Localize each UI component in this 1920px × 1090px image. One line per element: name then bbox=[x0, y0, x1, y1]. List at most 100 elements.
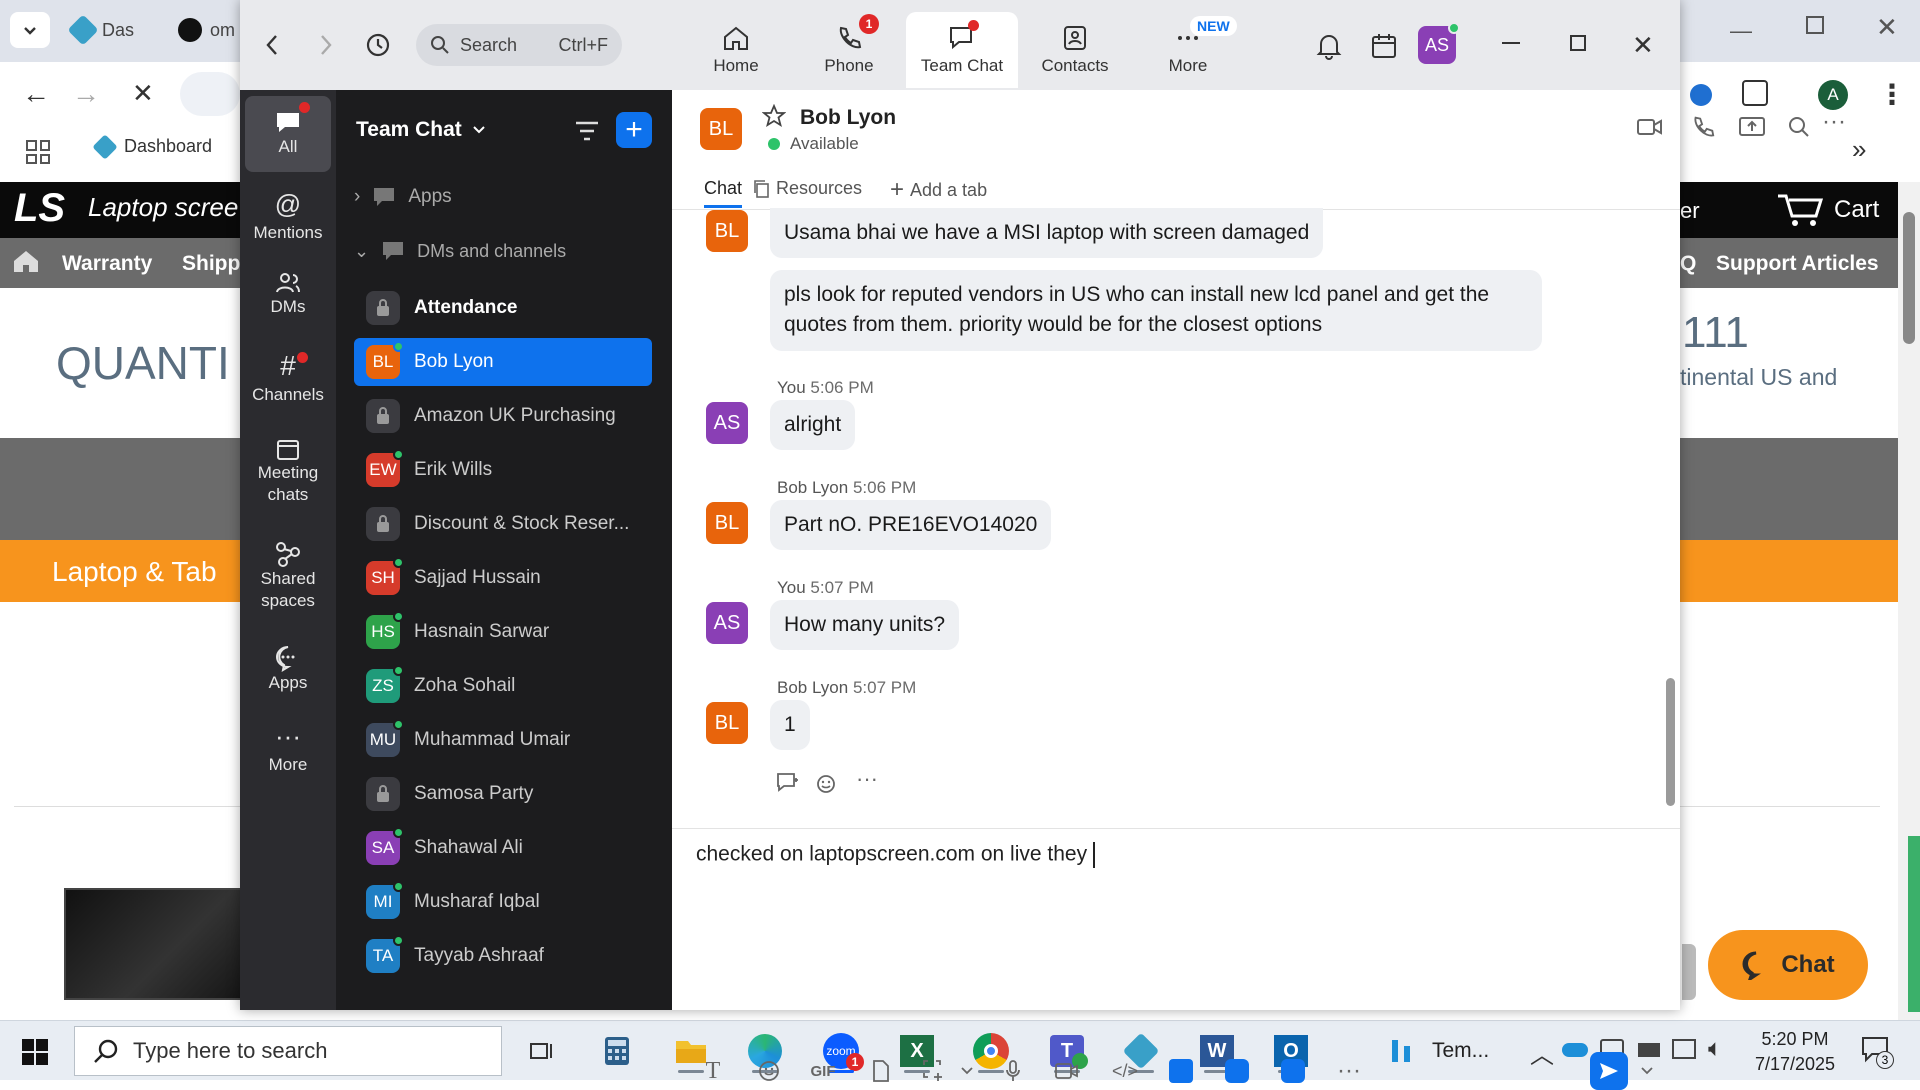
forward-arrow-icon[interactable]: → bbox=[72, 78, 100, 110]
minimize-icon[interactable] bbox=[1502, 42, 1520, 44]
chat-list-item[interactable]: Discount & Stock Reser... bbox=[354, 500, 652, 548]
chat-list-item[interactable]: BL Bob Lyon bbox=[354, 338, 652, 386]
browser-tab-dashboard[interactable]: Das bbox=[62, 12, 144, 48]
forward-icon[interactable] bbox=[316, 30, 336, 60]
back-icon[interactable] bbox=[262, 30, 282, 60]
volume-icon[interactable]: 🔈︎ bbox=[1708, 1035, 1722, 1063]
contact-avatar[interactable]: BL bbox=[700, 108, 742, 150]
home-icon[interactable] bbox=[12, 248, 40, 274]
windows-start-icon[interactable] bbox=[22, 1039, 48, 1065]
chat-list-item[interactable]: ZS Zoha Sohail bbox=[354, 662, 652, 710]
page-scrollbar-thumb[interactable] bbox=[1903, 212, 1915, 344]
chat-list-item[interactable]: MU Muhammad Umair bbox=[354, 716, 652, 764]
extension-icon[interactable] bbox=[1690, 84, 1712, 106]
task-view-icon[interactable] bbox=[518, 1029, 564, 1073]
notification-center-icon[interactable]: 3 bbox=[1860, 1035, 1894, 1069]
message-bubble[interactable]: Usama bhai we have a MSI laptop with scr… bbox=[770, 208, 1324, 259]
address-bar[interactable] bbox=[180, 72, 240, 116]
apps-section-toggle[interactable]: › Apps bbox=[354, 186, 452, 208]
battery-icon[interactable] bbox=[1638, 1043, 1660, 1057]
screenshot-options-icon[interactable] bbox=[952, 1056, 982, 1086]
new-chat-button[interactable]: + bbox=[616, 112, 652, 148]
message-bubble[interactable]: pls look for reputed vendors in US who c… bbox=[770, 270, 1542, 351]
nav-warranty[interactable]: Warranty bbox=[62, 252, 152, 276]
chat-list-item[interactable]: SA Shahawal Ali bbox=[354, 824, 652, 872]
history-icon[interactable] bbox=[364, 31, 392, 59]
close-icon[interactable]: ✕ bbox=[1632, 30, 1654, 61]
subtab-chat[interactable]: Chat bbox=[704, 178, 743, 208]
user-avatar[interactable]: AS bbox=[1418, 22, 1460, 64]
nav-faq[interactable]: Q bbox=[1680, 252, 1696, 276]
rail-all[interactable]: All bbox=[245, 96, 331, 172]
format-text-icon[interactable]: T bbox=[698, 1056, 728, 1086]
send-options-icon[interactable] bbox=[1632, 1056, 1662, 1086]
phone-call-icon[interactable] bbox=[1690, 114, 1716, 140]
notes-app-icon[interactable] bbox=[1278, 1056, 1308, 1086]
chat-scrollbar-thumb[interactable] bbox=[1666, 678, 1675, 806]
chat-list-item[interactable]: MI Musharaf Iqbal bbox=[354, 878, 652, 926]
video-message-icon[interactable] bbox=[1052, 1056, 1082, 1086]
composer-more-icon[interactable]: ··· bbox=[1334, 1056, 1364, 1086]
add-reaction-icon[interactable] bbox=[816, 772, 840, 794]
profile-avatar[interactable]: A bbox=[1818, 80, 1848, 110]
message-avatar[interactable]: BL bbox=[706, 702, 748, 744]
site-logo[interactable]: LS bbox=[14, 186, 65, 231]
rail-shared-spaces[interactable]: Shared spaces bbox=[245, 540, 331, 612]
site-cart-link[interactable]: Cart bbox=[1776, 192, 1879, 228]
rail-more[interactable]: ··· More bbox=[245, 723, 331, 776]
message-avatar[interactable]: AS bbox=[706, 402, 748, 444]
tab-phone[interactable]: Phone 1 bbox=[793, 12, 905, 88]
code-snippet-icon[interactable]: </> bbox=[1110, 1056, 1140, 1086]
apps-grid-icon[interactable] bbox=[26, 140, 50, 164]
rail-meeting-chats[interactable]: Meeting chats bbox=[245, 436, 331, 506]
bookmarks-overflow-icon[interactable]: » bbox=[1852, 134, 1866, 165]
browser-restore-icon[interactable] bbox=[1806, 16, 1824, 34]
search-chat-icon[interactable] bbox=[1788, 116, 1810, 138]
calendar-icon[interactable] bbox=[1370, 32, 1398, 60]
tab-contacts[interactable]: Contacts bbox=[1019, 12, 1131, 88]
video-call-icon[interactable] bbox=[1636, 116, 1664, 138]
more-options-icon[interactable]: ··· bbox=[1822, 108, 1846, 136]
browser-tab-om[interactable]: om bbox=[168, 12, 245, 48]
file-icon[interactable] bbox=[866, 1056, 896, 1086]
subtab-resources[interactable]: Resources bbox=[752, 178, 862, 199]
chat-list-item[interactable]: HS Hasnain Sarwar bbox=[354, 608, 652, 656]
emoji-icon[interactable] bbox=[754, 1056, 784, 1086]
star-icon[interactable] bbox=[762, 104, 786, 128]
bookmark-dashboard[interactable]: Dashboard bbox=[92, 133, 212, 160]
side-widget[interactable] bbox=[1908, 836, 1920, 1012]
browser-close-icon[interactable]: ✕ bbox=[1876, 12, 1898, 43]
reply-thread-icon[interactable] bbox=[776, 772, 800, 794]
network-icon[interactable] bbox=[1672, 1039, 1696, 1059]
chat-list-item[interactable]: SH Sajjad Hussain bbox=[354, 554, 652, 602]
taskbar-teams-window[interactable]: Tem... bbox=[1388, 1029, 1489, 1073]
back-arrow-icon[interactable]: ← bbox=[22, 78, 50, 110]
docs-app-icon[interactable] bbox=[1166, 1056, 1196, 1086]
product-image[interactable] bbox=[64, 888, 264, 1000]
maximize-icon[interactable] bbox=[1570, 35, 1586, 51]
nav-support-articles[interactable]: Support Articles bbox=[1716, 252, 1879, 276]
zoom-search-bar[interactable]: Search Ctrl+F bbox=[416, 24, 622, 66]
rail-dms[interactable]: DMs bbox=[245, 270, 331, 318]
chat-list-item[interactable]: EW Erik Wills bbox=[354, 446, 652, 494]
filter-icon[interactable] bbox=[574, 120, 600, 142]
calculator-icon[interactable] bbox=[594, 1029, 640, 1073]
team-chat-title-dropdown[interactable]: Team Chat bbox=[356, 118, 486, 142]
onedrive-icon[interactable] bbox=[1562, 1043, 1588, 1057]
live-chat-button[interactable]: Chat bbox=[1708, 930, 1868, 1000]
microphone-icon[interactable] bbox=[998, 1056, 1028, 1086]
browser-minimize-icon[interactable]: — bbox=[1730, 18, 1752, 44]
screenshot-icon[interactable] bbox=[920, 1056, 950, 1086]
tab-more[interactable]: More NEW bbox=[1132, 12, 1244, 88]
message-avatar[interactable]: BL bbox=[706, 502, 748, 544]
message-avatar[interactable]: AS bbox=[706, 602, 748, 644]
notifications-bell-icon[interactable] bbox=[1316, 32, 1342, 60]
tray-chevron-icon[interactable]: ︿ bbox=[1530, 1035, 1554, 1070]
extensions-puzzle-icon[interactable] bbox=[1742, 80, 1768, 106]
chat-list-item[interactable]: Samosa Party bbox=[354, 770, 652, 818]
browser-menu-icon[interactable]: ⋮ bbox=[1878, 78, 1906, 111]
chat-list-item[interactable]: Attendance bbox=[354, 284, 652, 332]
message-bubble[interactable]: 1 bbox=[770, 700, 810, 751]
rail-apps[interactable]: Apps bbox=[245, 644, 331, 694]
taskbar-clock[interactable]: 5:20 PM 7/17/2025 bbox=[1740, 1027, 1850, 1077]
